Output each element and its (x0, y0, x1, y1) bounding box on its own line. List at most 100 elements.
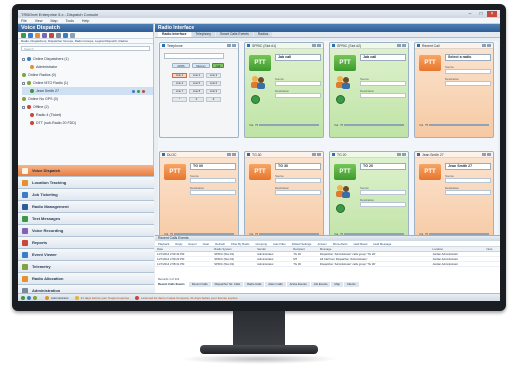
channel-select[interactable]: Jab call (360, 54, 406, 61)
grouping-button[interactable]: Grouping (255, 242, 267, 246)
key-line-6[interactable]: Line 6 (206, 81, 221, 86)
key-line-7[interactable]: Line 7 (172, 89, 187, 94)
channel-select[interactable]: Jab call (275, 54, 321, 61)
tile-checkbox[interactable] (417, 153, 420, 156)
message-icon[interactable] (28, 32, 33, 38)
search-input[interactable]: Search (21, 46, 150, 51)
key-line-5[interactable]: Line 5 (189, 81, 204, 86)
expand-icon[interactable] (22, 81, 25, 85)
auto-filter-button[interactable]: Auto Filter (273, 242, 286, 246)
maximize-button[interactable]: □ (476, 11, 486, 17)
channel-select[interactable]: TG 20 (360, 163, 406, 170)
expand-icon[interactable] (22, 105, 25, 109)
tile-checkbox[interactable] (332, 153, 335, 156)
table-row[interactable]: 11/7/2014 2:58:31 PM SPRIC (Slot #1) Adm… (155, 261, 500, 267)
tab-smart-calls-events[interactable]: Smart Calls Events (215, 32, 253, 37)
tree-node[interactable]: Radio 4 (Ticket) (22, 111, 153, 119)
ptt-button[interactable]: PTT (419, 55, 441, 71)
log-tab[interactable]: Job Events (310, 282, 331, 287)
close-button[interactable]: × (487, 11, 497, 17)
export-button[interactable]: Export (189, 242, 197, 246)
tree-node[interactable]: Administrator (22, 63, 153, 71)
log-pager[interactable]: Records 1 of 121 (158, 277, 179, 281)
nav-voice-dispatch[interactable]: Voice Dispatch (18, 165, 154, 177)
answer-button[interactable]: Answer (317, 242, 326, 246)
tile-menu-icon[interactable] (227, 153, 231, 156)
tile-menu-icon[interactable] (397, 153, 401, 156)
log-tab[interactable]: Dispatcher Tel. Calls (211, 282, 244, 287)
log-tab[interactable]: Clients (343, 282, 359, 287)
channel-select[interactable]: TG 30 (275, 163, 321, 170)
key-star[interactable]: * (172, 97, 187, 102)
ptt-button[interactable]: PTT (334, 164, 356, 180)
key-line-9[interactable]: Line 9 (206, 89, 221, 94)
playback-button[interactable]: Playback (158, 242, 169, 246)
nav-event-viewer[interactable]: Event Viewer (18, 249, 154, 261)
tile-close-icon[interactable] (317, 44, 321, 47)
tile-menu-icon[interactable] (482, 153, 486, 156)
tab-radio-interface[interactable]: Radio Interface (158, 32, 191, 37)
radio-select[interactable]: Select a radio (445, 54, 491, 61)
call-button[interactable]: Call (212, 63, 224, 68)
channel-select[interactable]: TG 00 (190, 163, 236, 170)
nav-reports[interactable]: Reports (18, 237, 154, 249)
tile-menu-icon[interactable] (312, 153, 316, 156)
tile-checkbox[interactable] (332, 44, 335, 47)
key-line-3[interactable]: Line 3 (206, 73, 221, 78)
tile-close-icon[interactable] (317, 153, 321, 156)
tile-checkbox[interactable] (247, 44, 250, 47)
phone-number-input[interactable] (164, 53, 224, 59)
key-line-8[interactable]: Line 8 (189, 89, 204, 94)
tree-node[interactable]: Online Dispatchers (1) (22, 55, 153, 63)
mic-icon[interactable] (251, 95, 260, 104)
tile-close-icon[interactable] (232, 153, 236, 156)
left-panel-tabs[interactable]: Radio, Dispatchers, Dispatcher Groups, R… (18, 39, 153, 44)
menu-map[interactable]: Map (51, 19, 58, 23)
tree-node[interactable]: Offline (2) (22, 103, 153, 111)
ptt-button[interactable]: PTT (249, 164, 271, 180)
key-line-1[interactable]: Line 1 (172, 73, 187, 78)
nav-telemetry[interactable]: Telemetry (18, 261, 154, 273)
reply-button[interactable]: Reply (175, 242, 182, 246)
channel-select[interactable]: Jean Smith 27 (445, 163, 491, 170)
default-settings-button[interactable]: Default Settings (292, 242, 312, 246)
tile-checkbox[interactable] (417, 44, 420, 47)
log-tab[interactable]: Recent Calls Events (155, 282, 188, 287)
log-tab[interactable]: Map (331, 282, 343, 287)
tile-checkbox[interactable] (247, 153, 250, 156)
nav-job-ticketing[interactable]: Job Ticketing (18, 189, 154, 201)
tile-close-icon[interactable] (487, 44, 491, 47)
tile-close-icon[interactable] (487, 153, 491, 156)
nav-text-messages[interactable]: Text Messages (18, 213, 154, 225)
expand-icon[interactable] (22, 57, 25, 61)
menu-tools[interactable]: Tools (66, 19, 74, 23)
hold-reset-button[interactable]: Hold Reset (354, 242, 368, 246)
tile-menu-icon[interactable] (227, 44, 231, 47)
radio-check-icon[interactable] (42, 32, 47, 38)
group-icon[interactable] (35, 32, 40, 38)
ptt-button[interactable]: PTT (419, 164, 441, 180)
tree-node[interactable]: DTT (sub-Radio 20 FDD) (22, 119, 153, 127)
tile-checkbox[interactable] (162, 44, 165, 47)
minimize-button[interactable]: – (465, 11, 475, 17)
mic-icon[interactable] (336, 95, 345, 104)
menu-file[interactable]: File (21, 19, 27, 23)
volume-slider[interactable] (259, 124, 319, 126)
key-zero[interactable]: 0 (189, 97, 204, 102)
log-tab[interactable]: Radio Calls (244, 282, 265, 287)
tile-menu-icon[interactable] (482, 44, 486, 47)
key-line-2[interactable]: Line 2 (189, 73, 204, 78)
filter-by-radio-button[interactable]: Filter By Radio (231, 242, 249, 246)
nav-radio-management[interactable]: Radio Management (18, 201, 154, 213)
show-alerts-button[interactable]: Show Alerts (333, 242, 348, 246)
filter-icon[interactable] (70, 32, 75, 38)
remote-monitor-icon[interactable] (49, 32, 54, 38)
log-tab[interactable]: Recent Calls (188, 282, 211, 287)
call-icon[interactable] (21, 32, 26, 38)
log-tab[interactable]: Alarm Calls (265, 282, 286, 287)
menu-help[interactable]: Help (82, 19, 89, 23)
mic-icon[interactable] (336, 204, 345, 213)
tab-radios[interactable]: Radios (253, 32, 273, 37)
tile-menu-icon[interactable] (312, 44, 316, 47)
key-hash[interactable]: # (206, 97, 221, 102)
